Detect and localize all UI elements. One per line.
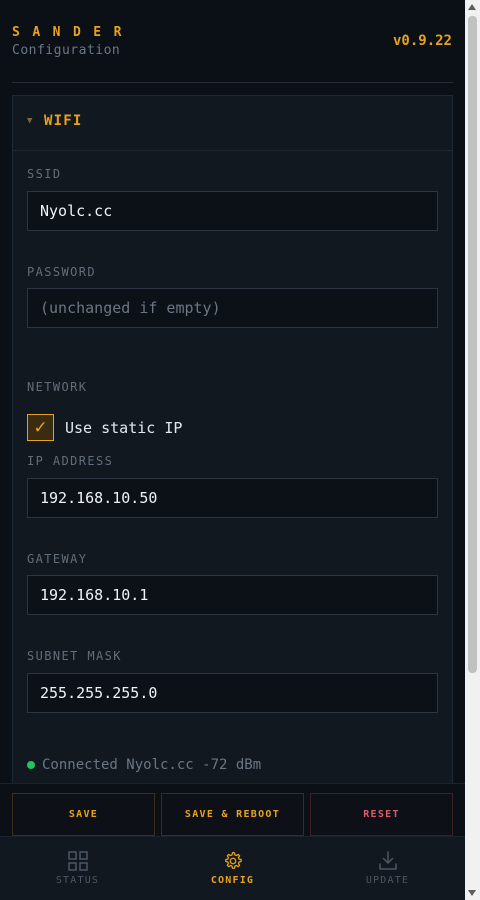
save-reboot-button[interactable]: SAVE & REBOOT [161,793,304,836]
gear-icon [225,851,242,869]
nav-label-config: CONFIG [210,875,255,886]
download-icon [379,851,397,870]
static-ip-label: Use static IP [65,418,183,437]
gateway-input[interactable] [27,575,438,615]
password-label: PASSWORD [27,265,96,279]
checkmark-icon: ✓ [33,417,48,438]
connection-status-text: Connected Nyolc.cc -72 dBm [42,757,262,773]
version-label: v0.9.22 [392,33,452,49]
wifi-panel: ▼ WIFI SSID PASSWORD NETWORK ✓ Use stati… [12,95,453,815]
app-viewport: SANDER Configuration v0.9.22 ▼ WIFI SSID… [0,0,465,900]
reset-button[interactable]: RESET [310,793,453,836]
nav-label-update: UPDATE [365,875,410,886]
static-ip-toggle[interactable]: ✓ Use static IP [27,414,182,441]
app-header: SANDER Configuration v0.9.22 [0,0,465,83]
action-bar: SAVE SAVE & REBOOT RESET [0,783,465,836]
status-dot-icon [27,761,35,769]
ip-address-input[interactable] [27,478,438,518]
wifi-panel-header[interactable]: ▼ WIFI [13,96,452,151]
network-section-label: NETWORK [27,380,88,394]
ssid-input[interactable] [27,191,438,231]
scrollbar-thumb[interactable] [468,16,477,673]
scroll-up-arrow-icon[interactable] [468,4,476,10]
subnet-mask-label: SUBNET MASK [27,649,122,663]
password-input[interactable] [27,288,438,328]
wifi-panel-title: WIFI [44,113,83,129]
grid-icon [68,851,88,871]
nav-label-status: STATUS [55,875,100,886]
subnet-mask-input[interactable] [27,673,438,713]
scroll-down-arrow-icon[interactable] [468,890,476,896]
connection-status: Connected Nyolc.cc -72 dBm [27,757,261,773]
page-scrollbar[interactable] [465,0,480,900]
static-ip-checkbox[interactable]: ✓ [27,414,54,441]
brand-title: SANDER [12,25,134,40]
page-subtitle: Configuration [12,43,121,58]
gateway-label: GATEWAY [27,552,88,566]
save-button[interactable]: SAVE [12,793,155,836]
bottom-nav: STATUS CONFIG UPDATE [0,836,465,900]
ip-address-label: IP ADDRESS [27,454,114,468]
nav-item-config[interactable]: CONFIG [155,837,310,900]
nav-item-status[interactable]: STATUS [0,837,155,900]
header-divider [12,82,453,83]
ssid-label: SSID [27,167,62,181]
nav-item-update[interactable]: UPDATE [310,837,465,900]
caret-down-icon: ▼ [27,116,33,126]
